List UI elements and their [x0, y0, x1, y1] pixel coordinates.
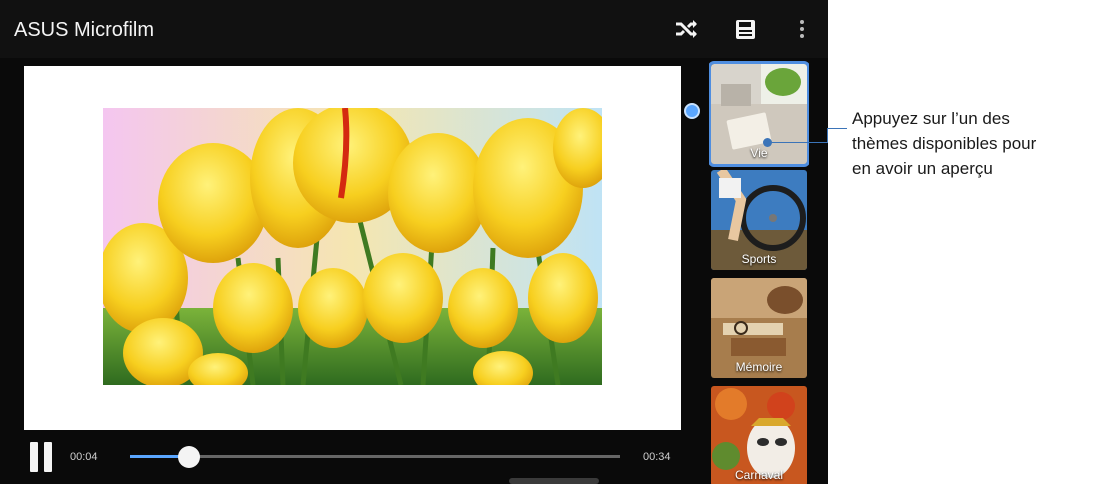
callout-text: Appuyez sur l’un des thèmes disponibles …	[852, 106, 1102, 181]
pause-icon	[30, 442, 38, 472]
video-preview[interactable]	[24, 66, 681, 430]
theme-list[interactable]: Vie Sports Mémoire Carnaval	[709, 58, 809, 484]
current-time: 00:04	[70, 451, 98, 463]
theme-label: Mémoire	[735, 360, 783, 374]
more-vert-icon[interactable]	[786, 13, 818, 45]
seek-bar-thumb[interactable]	[177, 446, 200, 468]
shuffle-icon[interactable]	[670, 13, 702, 45]
callout-line-1: Appuyez sur l’un des	[852, 109, 1010, 128]
theme-item-carnaval[interactable]: Carnaval	[711, 386, 807, 484]
preview-photo	[103, 108, 602, 385]
callout-line	[767, 142, 827, 143]
seek-bar[interactable]	[130, 446, 620, 468]
theme-label: Vie	[750, 146, 768, 160]
callout-line-3: en avoir un aperçu	[852, 159, 993, 178]
callout-line-2: thèmes disponibles pour	[852, 134, 1037, 153]
pause-button[interactable]	[30, 442, 54, 472]
nav-handle	[509, 478, 599, 484]
save-icon[interactable]	[729, 13, 761, 45]
device-screen: ASUS Microfilm Vie Sports Mémoire Carnav…	[0, 0, 828, 484]
theme-item-memoire[interactable]: Mémoire	[711, 278, 807, 378]
theme-label: Sports	[741, 252, 777, 266]
theme-item-vie[interactable]: Vie	[709, 61, 809, 167]
theme-selection-indicator	[684, 103, 700, 119]
total-time: 00:34	[643, 451, 671, 463]
theme-label: Carnaval	[734, 468, 784, 482]
app-bar: ASUS Microfilm	[0, 0, 828, 58]
app-title: ASUS Microfilm	[14, 19, 155, 41]
theme-item-sports[interactable]: Sports	[711, 170, 807, 270]
playback-controls: 00:04 00:34	[0, 434, 690, 484]
